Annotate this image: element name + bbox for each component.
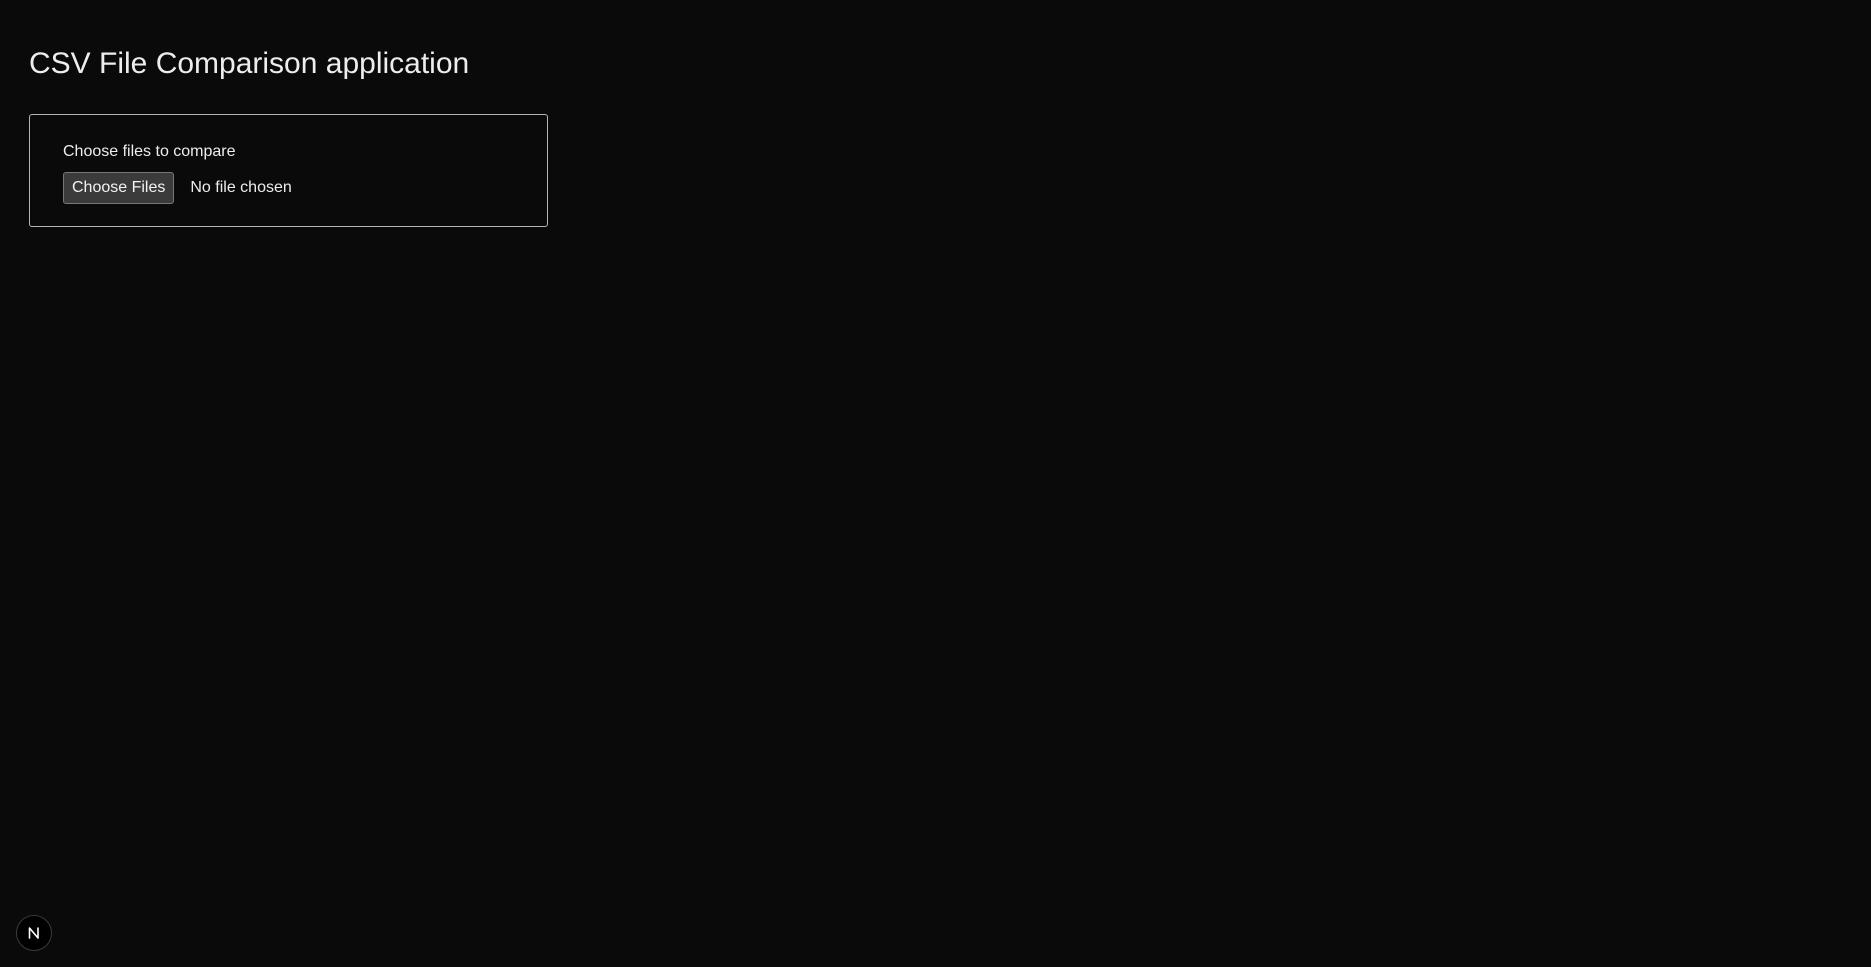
file-status-text: No file chosen (190, 179, 292, 196)
file-input[interactable]: Choose Files No file chosen (63, 172, 292, 204)
app-page: CSV File Comparison application Choose f… (0, 0, 1871, 967)
choose-files-button[interactable]: Choose Files (63, 172, 175, 204)
page-title: CSV File Comparison application (29, 47, 470, 80)
nextjs-dev-indicator-button[interactable] (16, 915, 52, 951)
nextjs-logo-icon (28, 927, 39, 939)
file-upload-label: Choose files to compare (63, 143, 236, 160)
file-upload-card: Choose files to compare Choose Files No … (29, 114, 548, 227)
